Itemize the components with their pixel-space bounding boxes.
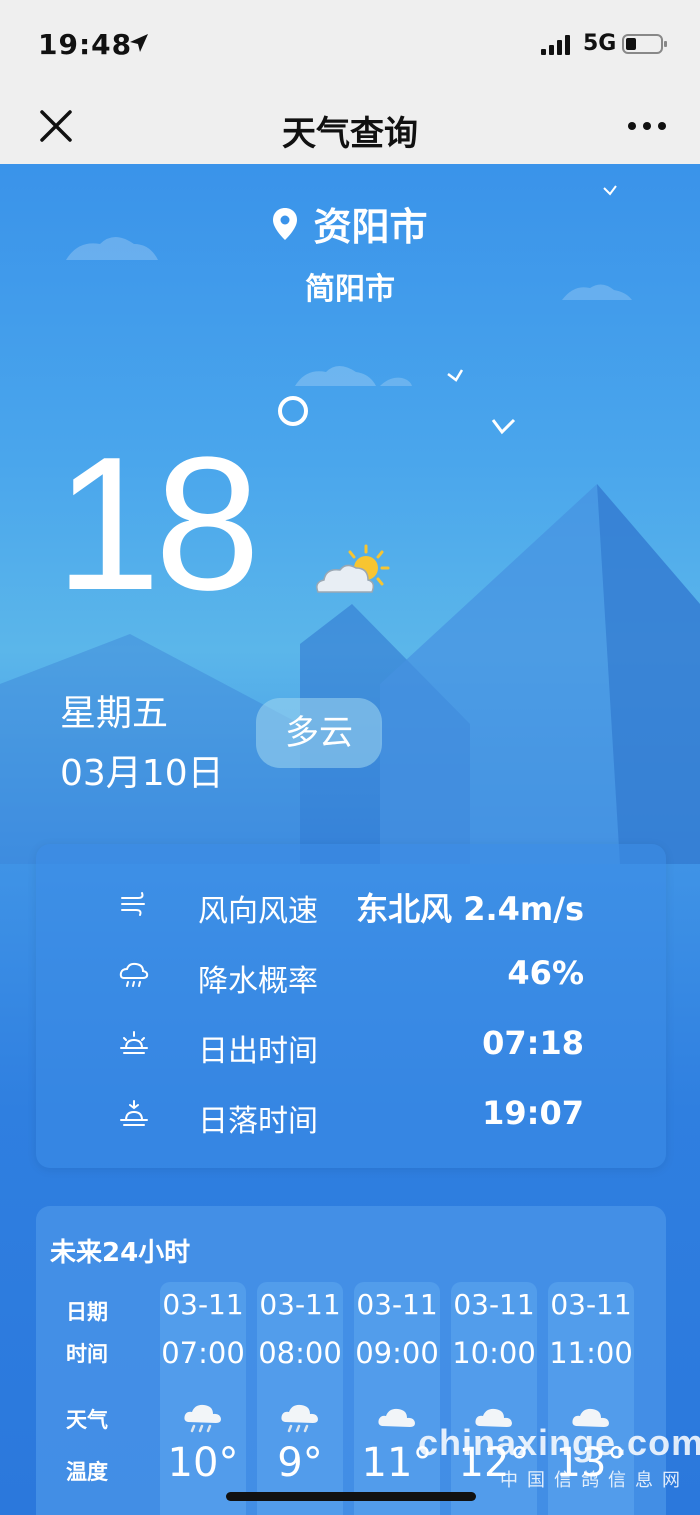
row-label-weather: 天气 xyxy=(66,1408,108,1432)
forecast-date: 03-11 xyxy=(550,1288,632,1321)
current-temperature: 18 xyxy=(55,418,260,630)
weather-condition-badge: 多云 xyxy=(256,698,382,768)
forecast-time: 10:00 xyxy=(452,1336,536,1370)
forecast-time: 07:00 xyxy=(161,1336,245,1370)
forecast-date: 03-11 xyxy=(259,1288,341,1321)
page-title: 天气查询 xyxy=(282,114,418,154)
forecast-date: 03-11 xyxy=(453,1288,535,1321)
forecast-hour[interactable]: 03-11 08:00 9° xyxy=(257,1282,343,1515)
forecast-time: 11:00 xyxy=(549,1336,633,1370)
detail-row-precipitation: 降水概率 46% xyxy=(36,950,666,1000)
forecast-temp: 9° xyxy=(277,1440,323,1486)
row-label-date: 日期 xyxy=(66,1300,108,1324)
weather-details-card: 风向风速 东北风 2.4m/s 降水概率 46% 日出时间 07:18 日落时间… xyxy=(36,844,666,1168)
forecast-title: 未来24小时 xyxy=(50,1238,191,1268)
detail-label: 日落时间 xyxy=(198,1104,318,1139)
forecast-date: 03-11 xyxy=(356,1288,438,1321)
current-date: 03月10日 xyxy=(60,753,224,794)
city-name: 资阳市 xyxy=(313,205,428,249)
forecast-time: 08:00 xyxy=(258,1336,342,1370)
rain-cloud-icon xyxy=(119,962,149,987)
rain-cloud-icon xyxy=(184,1404,221,1433)
location-pin-icon xyxy=(273,207,298,240)
location-arrow-icon xyxy=(130,34,148,52)
forecast-hour[interactable]: 03-11 07:00 10° xyxy=(160,1282,246,1515)
battery-icon xyxy=(622,34,667,54)
nav-bar: 天气查询 xyxy=(0,90,700,164)
row-label-temp: 温度 xyxy=(66,1460,108,1484)
weekday: 星期五 xyxy=(60,693,169,734)
detail-value: 19:07 xyxy=(482,1094,584,1132)
detail-label: 日出时间 xyxy=(198,1034,318,1069)
degree-symbol xyxy=(278,396,308,426)
detail-value: 46% xyxy=(507,954,584,992)
watermark-subtitle: 中国信鸽信息网 xyxy=(500,1470,689,1491)
rain-cloud-icon xyxy=(281,1404,318,1433)
network-type: 5G xyxy=(583,31,617,56)
district-name: 简阳市 xyxy=(305,272,395,307)
detail-value: 07:18 xyxy=(482,1024,584,1062)
detail-row-sunrise: 日出时间 07:18 xyxy=(36,1020,666,1070)
status-time: 19:48 xyxy=(38,28,133,61)
detail-row-sunset: 日落时间 19:07 xyxy=(36,1090,666,1140)
cloud-icon xyxy=(378,1408,415,1427)
detail-value: 东北风 2.4m/s xyxy=(356,890,584,928)
forecast-time: 09:00 xyxy=(355,1336,439,1370)
forecast-date: 03-11 xyxy=(162,1288,244,1321)
sunset-icon xyxy=(120,1100,148,1126)
detail-label: 降水概率 xyxy=(198,964,318,999)
signal-icon xyxy=(541,35,570,55)
row-label-time: 时间 xyxy=(66,1342,108,1366)
weather-panel: 资阳市 简阳市 18 星期五 03月10日 多云 风向风速 东北风 2.4m/s xyxy=(0,164,700,1515)
forecast-temp: 10° xyxy=(167,1440,239,1486)
wind-icon xyxy=(121,892,145,916)
home-indicator xyxy=(226,1492,476,1501)
detail-label: 风向风速 xyxy=(198,894,318,929)
detail-row-wind: 风向风速 东北风 2.4m/s xyxy=(36,880,666,930)
cloud-sun-icon xyxy=(316,544,390,593)
more-icon[interactable] xyxy=(622,106,672,146)
location-row[interactable]: 资阳市 xyxy=(0,196,700,251)
status-bar: 19:48 5G xyxy=(0,0,700,90)
watermark: chinaxinge.com xyxy=(418,1422,700,1463)
forecast-hour[interactable]: 03-11 09:00 11° xyxy=(354,1282,440,1515)
sunrise-icon xyxy=(120,1031,148,1054)
